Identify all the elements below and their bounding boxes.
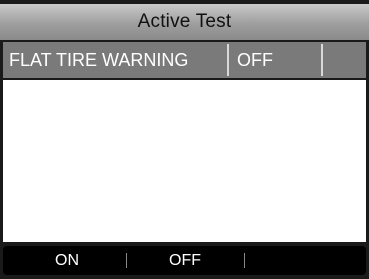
active-test-screen: Active Test FLAT TIRE WARNING OFF ON OFF	[0, 0, 369, 279]
test-item-name: FLAT TIRE WARNING	[9, 49, 189, 70]
softkey-divider	[126, 253, 127, 268]
softkey-divider	[244, 253, 245, 268]
column-divider	[227, 44, 229, 76]
empty-softkey[interactable]	[247, 246, 359, 275]
content-area	[3, 80, 366, 242]
test-item-row[interactable]: FLAT TIRE WARNING OFF	[3, 42, 366, 78]
on-button[interactable]: ON	[11, 246, 123, 275]
page-title: Active Test	[0, 4, 369, 40]
column-divider	[321, 44, 323, 76]
softkey-bar: ON OFF	[3, 246, 366, 275]
off-button[interactable]: OFF	[129, 246, 241, 275]
test-item-value: OFF	[237, 49, 273, 70]
